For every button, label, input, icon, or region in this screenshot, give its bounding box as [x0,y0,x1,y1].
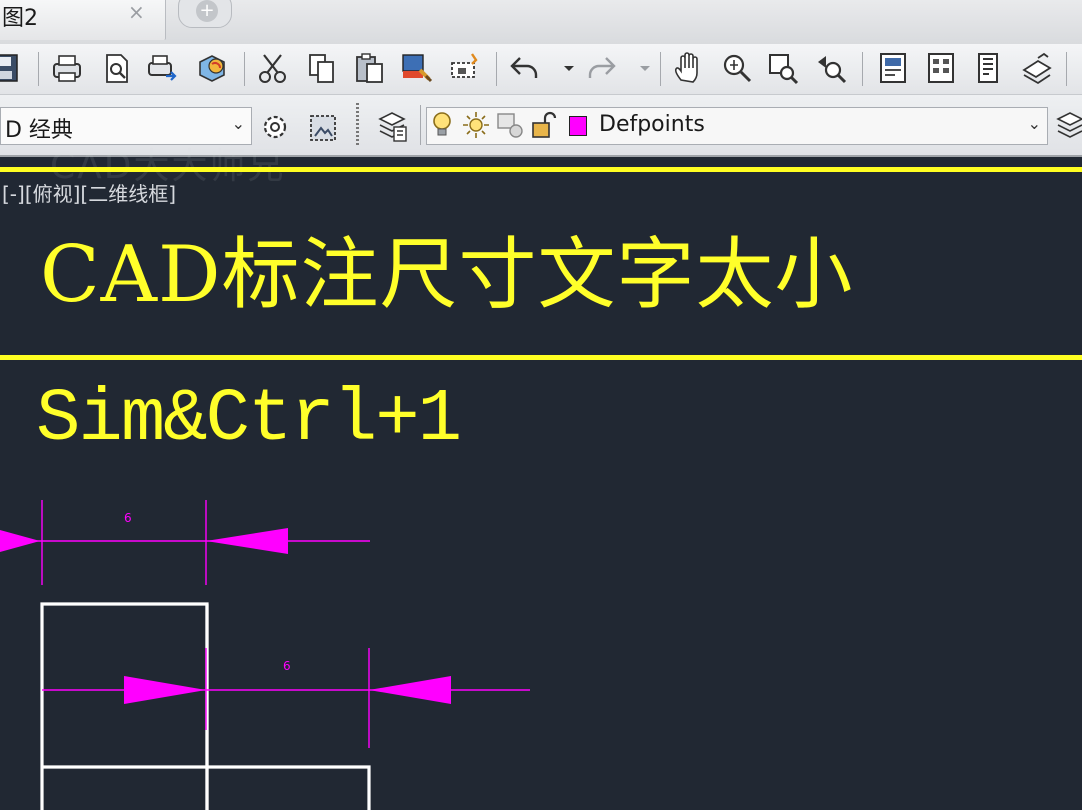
chevron-down-icon[interactable]: ⌄ [1028,114,1041,133]
unlock-icon[interactable] [531,110,559,144]
yellow-rule-top [0,167,1082,172]
redo-icon[interactable] [584,50,618,86]
viewport-freeze-icon[interactable] [495,110,525,144]
copy-icon[interactable] [305,50,339,86]
paste-icon[interactable] [353,50,387,86]
zoom-window-icon[interactable] [766,50,800,86]
toolbar-separator [420,105,421,145]
print-icon[interactable] [50,50,84,86]
layer-color-swatch [569,116,587,136]
3d-print-icon[interactable] [194,50,228,86]
toolbar-separator [38,52,39,86]
toolbar-separator [1066,52,1067,86]
properties-icon[interactable] [876,50,910,86]
yellow-rule-middle [0,355,1082,360]
layer-properties-icon[interactable] [376,109,410,145]
toolbar-separator [496,52,497,86]
zoom-realtime-icon[interactable] [720,50,754,86]
pan-icon[interactable] [672,50,706,86]
rectangle-upper[interactable] [42,604,207,810]
chevron-down-icon[interactable]: ⌄ [232,114,245,133]
block-editor-icon[interactable] [448,50,482,86]
undo-icon[interactable] [508,50,542,86]
redo-dropdown-icon[interactable] [628,50,648,86]
new-tab-button[interactable]: + [178,0,232,28]
lightbulb-icon[interactable] [431,110,453,144]
viewport-controls[interactable]: [-][俯视][二维线框] [2,178,176,207]
zoom-previous-icon[interactable] [814,50,848,86]
undo-dropdown-icon[interactable] [552,50,572,86]
document-tab-bar: 图2 × + [0,0,1082,44]
print-preview-icon[interactable] [100,50,134,86]
sun-icon[interactable] [461,110,491,144]
close-icon[interactable]: × [128,0,145,24]
dimension-2-text: 6 [283,659,291,673]
cut-icon[interactable] [256,50,290,86]
publish-icon[interactable] [146,50,180,86]
layer-previous-icon[interactable] [1054,109,1082,145]
toolbar-separator [244,52,245,86]
sheet-set-icon[interactable] [1020,50,1054,86]
layer-select[interactable]: Defpoints ⌄ [426,107,1048,145]
design-center-icon[interactable] [924,50,958,86]
toolbar-separator [862,52,863,86]
save-icon[interactable] [0,50,22,86]
shortcut-caption: Sim&Ctrl+1 [36,378,460,462]
dimension-1-text: 6 [124,511,132,525]
cad-geometry[interactable]: 6 6 [0,490,1082,810]
workspace-settings-icon[interactable] [306,109,340,145]
page-title: CAD标注尺寸文字太小 [40,212,854,324]
layer-name: Defpoints [599,112,705,137]
tool-palettes-icon[interactable] [972,50,1006,86]
document-tab-title: 图2 [2,0,38,32]
toolbar-separator [660,52,661,86]
dimension-2[interactable]: 6 [42,648,530,748]
document-tab[interactable]: 图2 × [0,0,166,40]
dimension-1[interactable]: 6 [0,500,370,585]
plus-icon: + [196,0,218,22]
toolbar-grip[interactable] [356,103,359,147]
match-properties-icon[interactable] [400,50,434,86]
